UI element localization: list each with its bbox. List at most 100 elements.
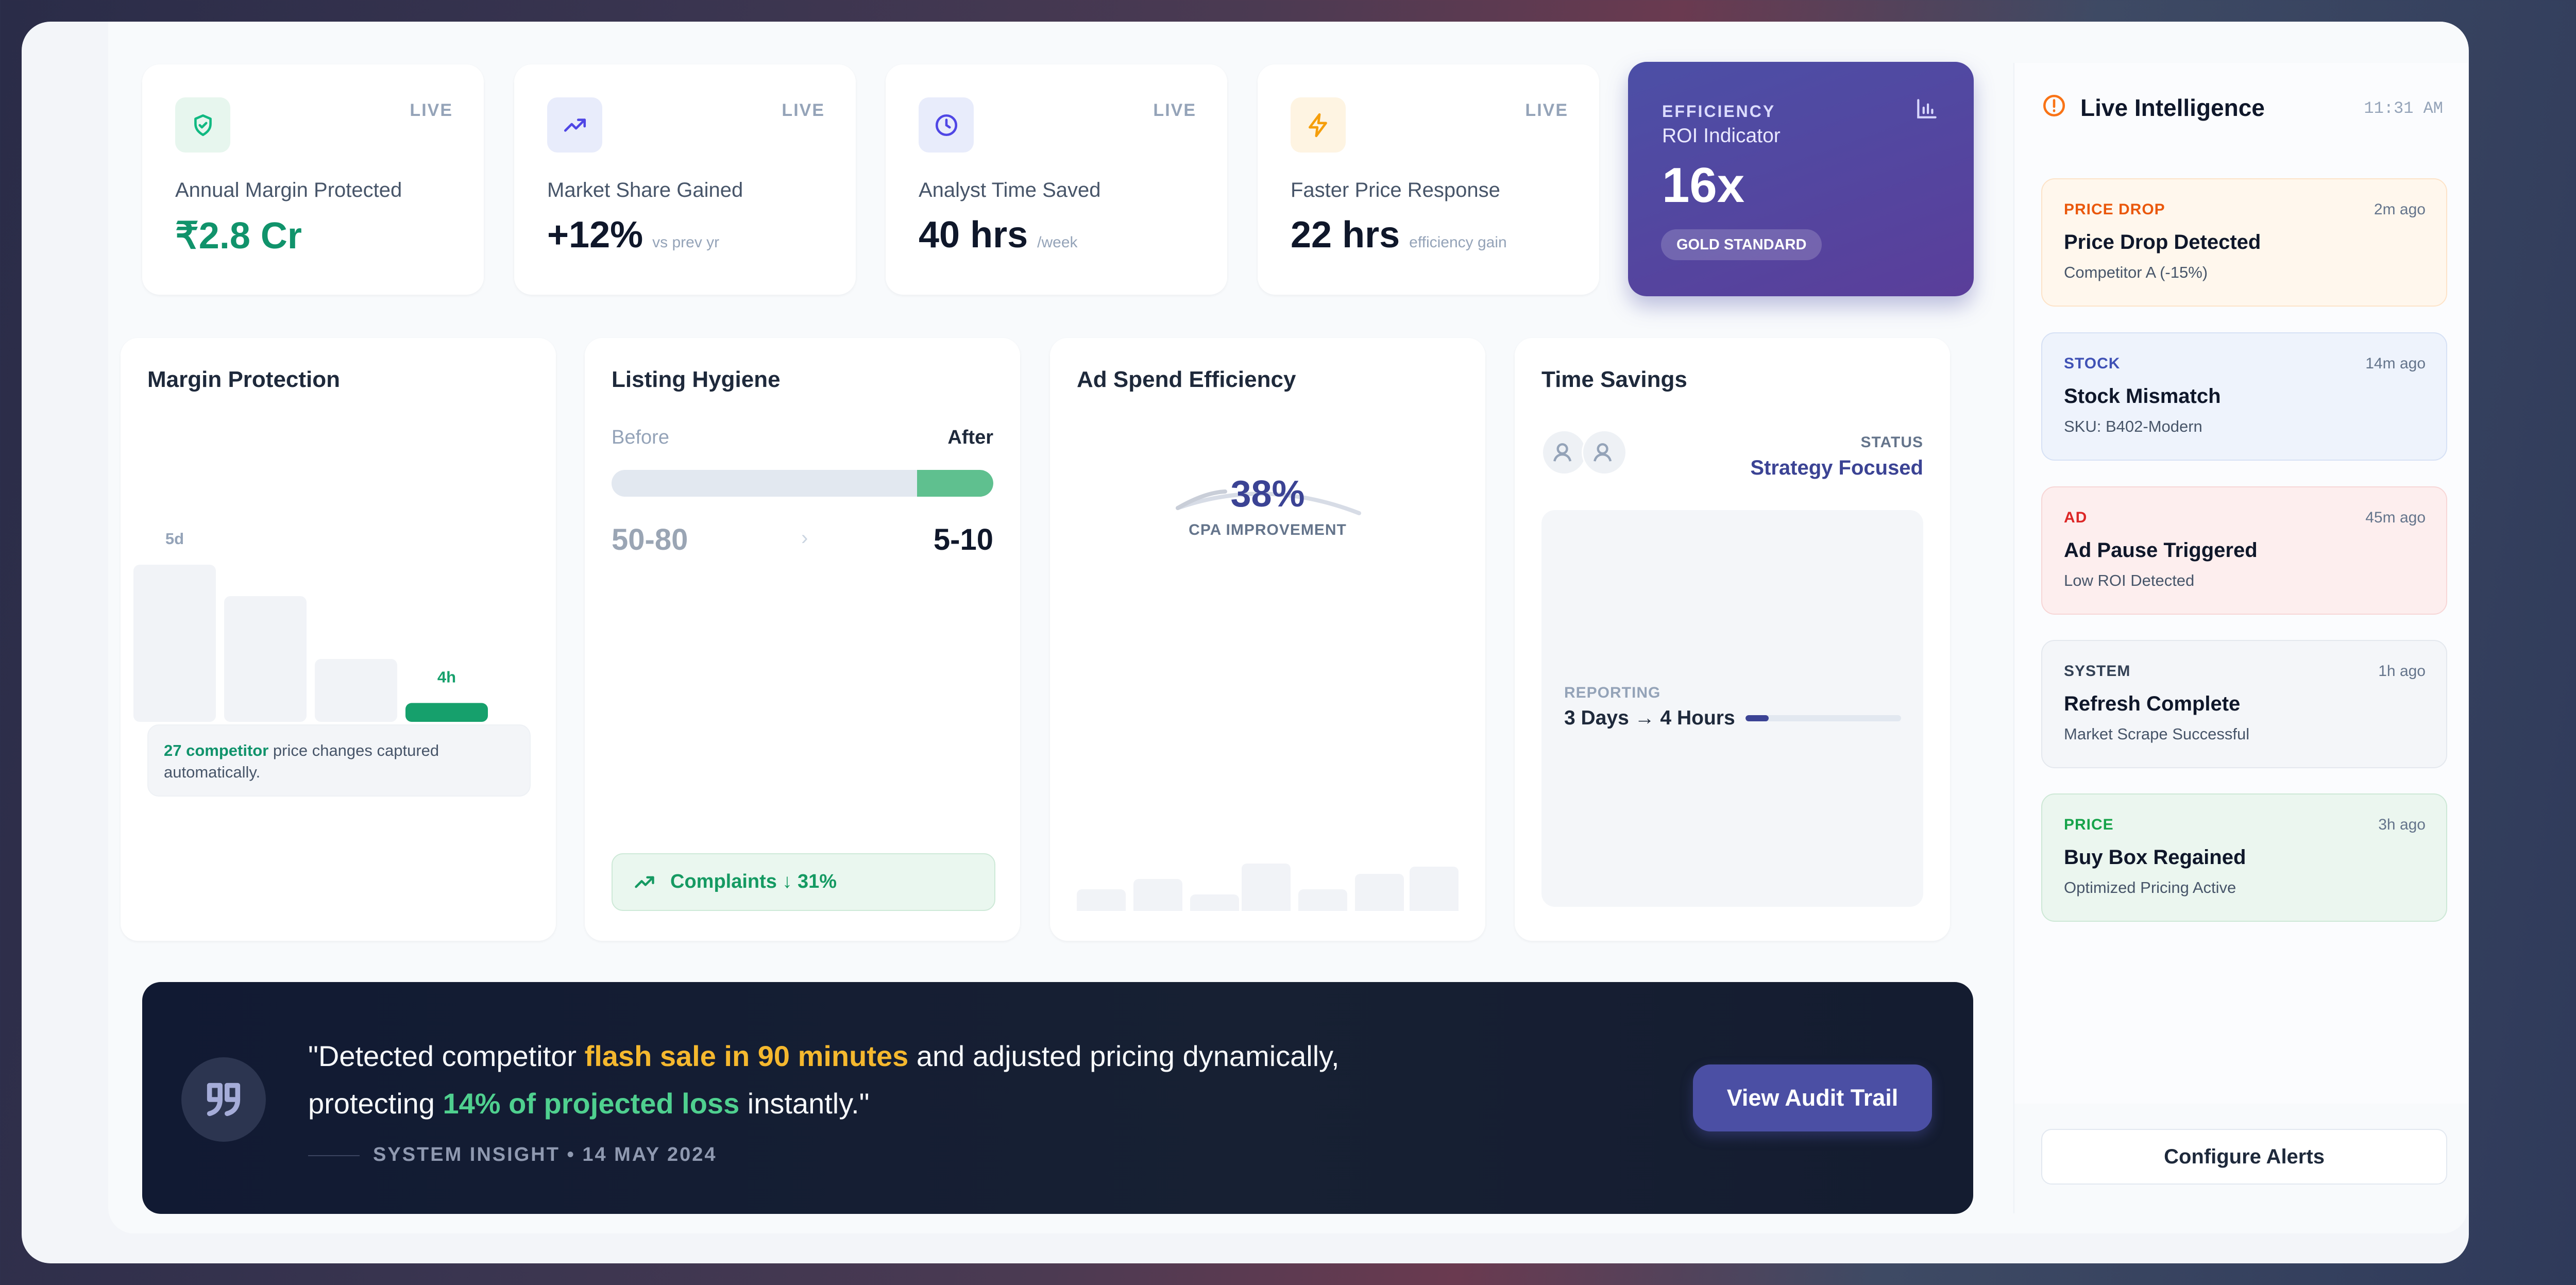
roi-card[interactable]: EFFICIENCY ROI Indicator 16x GOLD STANDA… [1628,62,1974,296]
view-audit-trail-button[interactable]: View Audit Trail [1693,1064,1932,1131]
bar-chart-icon [1914,96,1940,124]
reporting-progress [1745,715,1901,721]
insight-meta: SYSTEM INSIGHT • 14 MAY 2024 [373,1144,717,1165]
hygiene-bar-fill [917,470,993,497]
complaints-text: Complaints ↓ 31% [670,871,837,892]
alert-title: Price Drop Detected [2064,231,2261,253]
alert-card[interactable]: STOCK 14m ago Stock Mismatch SKU: B402-Mode… [2041,332,2447,461]
card-title: Listing Hygiene [612,367,781,392]
live-intelligence-panel: Live Intelligence 11:31 AM PRICE DROP 2m … [2013,63,2468,1213]
alert-title: Buy Box Regained [2064,846,2246,869]
alert-time: 2m ago [2374,201,2426,218]
status-label: STATUS [1860,434,1923,451]
panel-time: 11:31 AM [2364,99,2443,118]
kpi-value: 40 hrs/week [919,214,1078,256]
before-value: 50-80 [612,523,688,556]
alert-title: Stock Mismatch [2064,385,2221,408]
quote-highlight-loss: 14% of projected loss [443,1087,740,1120]
roi-eyebrow: EFFICIENCY [1662,102,1776,121]
kpi-value: ₹2.8 Cr [175,215,302,257]
margin-protection-card: Margin Protection 5d 4h 27 competitor pri… [121,338,556,941]
kpi-label: Faster Price Response [1291,179,1500,201]
live-badge: LIVE [782,100,825,120]
alert-description: SKU: B402-Modern [2064,417,2202,435]
alert-time: 3h ago [2378,816,2426,833]
hygiene-bar [612,470,993,497]
live-badge: LIVE [1153,100,1196,120]
kpi-card-price-response: LIVE Faster Price Response 22 hrs efficie… [1258,64,1599,295]
alert-time: 1h ago [2378,663,2426,680]
alert-description: Market Scrape Successful [2064,725,2250,743]
alert-title: Ad Pause Triggered [2064,539,2258,562]
alert-card[interactable]: SYSTEM 1h ago Refresh Complete Market Scrap… [2041,640,2447,768]
roi-label: ROI Indicator [1662,125,1781,147]
listing-hygiene-card: Listing Hygiene Before After 50-80 › 5-1… [585,338,1020,941]
quote-highlight-flash-sale: flash sale in 90 minutes [584,1040,909,1072]
kpi-card-market-share: LIVE Market Share Gained +12% vs prev yr [514,64,856,295]
alert-card[interactable]: PRICE 3h ago Buy Box Regained Optimized Pri… [2041,793,2447,922]
live-badge: LIVE [1525,100,1568,120]
gold-standard-badge: GOLD STANDARD [1661,229,1822,260]
after-value: 5-10 [933,523,993,556]
margin-bar [133,565,216,722]
live-badge: LIVE [410,100,453,120]
panel-title: Live Intelligence [2080,94,2265,121]
cpa-caption: CPA IMPROVEMENT [1189,521,1347,538]
note-highlight: 27 competitor [164,741,269,759]
kpi-value: +12% vs prev yr [547,214,720,256]
app-window: LIVE Annual Margin Protected ₹2.8 Cr LIV… [22,22,2469,1263]
margin-bar [224,596,307,722]
trend-up-icon [547,97,602,153]
kpi-label: Annual Margin Protected [175,179,402,201]
bolt-icon [1291,97,1346,153]
alert-tag: AD [2064,509,2088,526]
shield-check-icon [175,97,230,153]
quote-icon [181,1057,266,1142]
ad-spend-card: Ad Spend Efficiency 38% CPA IMPROVEMENT [1050,338,1485,941]
users-icon [1541,430,1587,475]
kpi-label: Analyst Time Saved [919,179,1101,201]
alert-circle-icon [2041,93,2067,121]
alert-description: Optimized Pricing Active [2064,878,2236,897]
insight-banner: "Detected competitor flash sale in 90 mi… [142,982,1973,1214]
chevron-right-icon: › [801,527,808,549]
alert-time: 14m ago [2365,355,2426,372]
margin-bar-label: 4h [437,668,456,686]
alert-description: Competitor A (-15%) [2064,263,2208,281]
alert-card[interactable]: PRICE DROP 2m ago Price Drop Detected Compe… [2041,178,2447,307]
alert-tag: PRICE DROP [2064,201,2165,218]
card-title: Ad Spend Efficiency [1077,367,1296,392]
alert-card[interactable]: AD 45m ago Ad Pause Triggered Low ROI Detec… [2041,486,2447,615]
trend-up-icon [633,871,656,896]
status-value: Strategy Focused [1750,456,1923,479]
cpa-value: 38% [1230,474,1305,515]
alert-title: Refresh Complete [2064,692,2241,715]
kpi-label: Market Share Gained [547,179,743,201]
reporting-progress-fill [1745,715,1769,721]
margin-note: 27 competitor price changes captured aut… [147,724,531,797]
roi-value: 16x [1662,158,1745,213]
margin-bar [405,703,488,722]
reporting-panel: REPORTING 3 Days → 4 Hours [1541,510,1923,907]
complaints-badge: Complaints ↓ 31% [612,853,995,911]
margin-bar [315,659,397,722]
insight-quote: "Detected competitor flash sale in 90 mi… [308,1040,1340,1120]
reporting-label: REPORTING [1564,684,1661,701]
clock-icon [919,97,974,153]
time-savings-card: Time Savings STATUS Strategy Focused REP… [1515,338,1950,941]
users-icon [1582,430,1627,475]
kpi-card-margin: LIVE Annual Margin Protected ₹2.8 Cr [142,64,484,295]
alert-time: 45m ago [2365,509,2426,526]
reporting-value: 3 Days → 4 Hours [1564,707,1735,729]
margin-bar-chart: 5d 4h [133,530,488,722]
spend-sparkbars [1077,864,1459,911]
kpi-card-analyst-time: LIVE Analyst Time Saved 40 hrs/week [886,64,1227,295]
configure-alerts-button[interactable]: Configure Alerts [2041,1129,2447,1185]
alert-tag: PRICE [2064,816,2114,833]
margin-bar-label: 5d [165,530,184,548]
card-title: Margin Protection [147,367,341,392]
alert-tag: STOCK [2064,355,2121,372]
card-title: Time Savings [1541,367,1687,392]
after-label: After [947,427,993,448]
alert-tag: SYSTEM [2064,663,2131,680]
